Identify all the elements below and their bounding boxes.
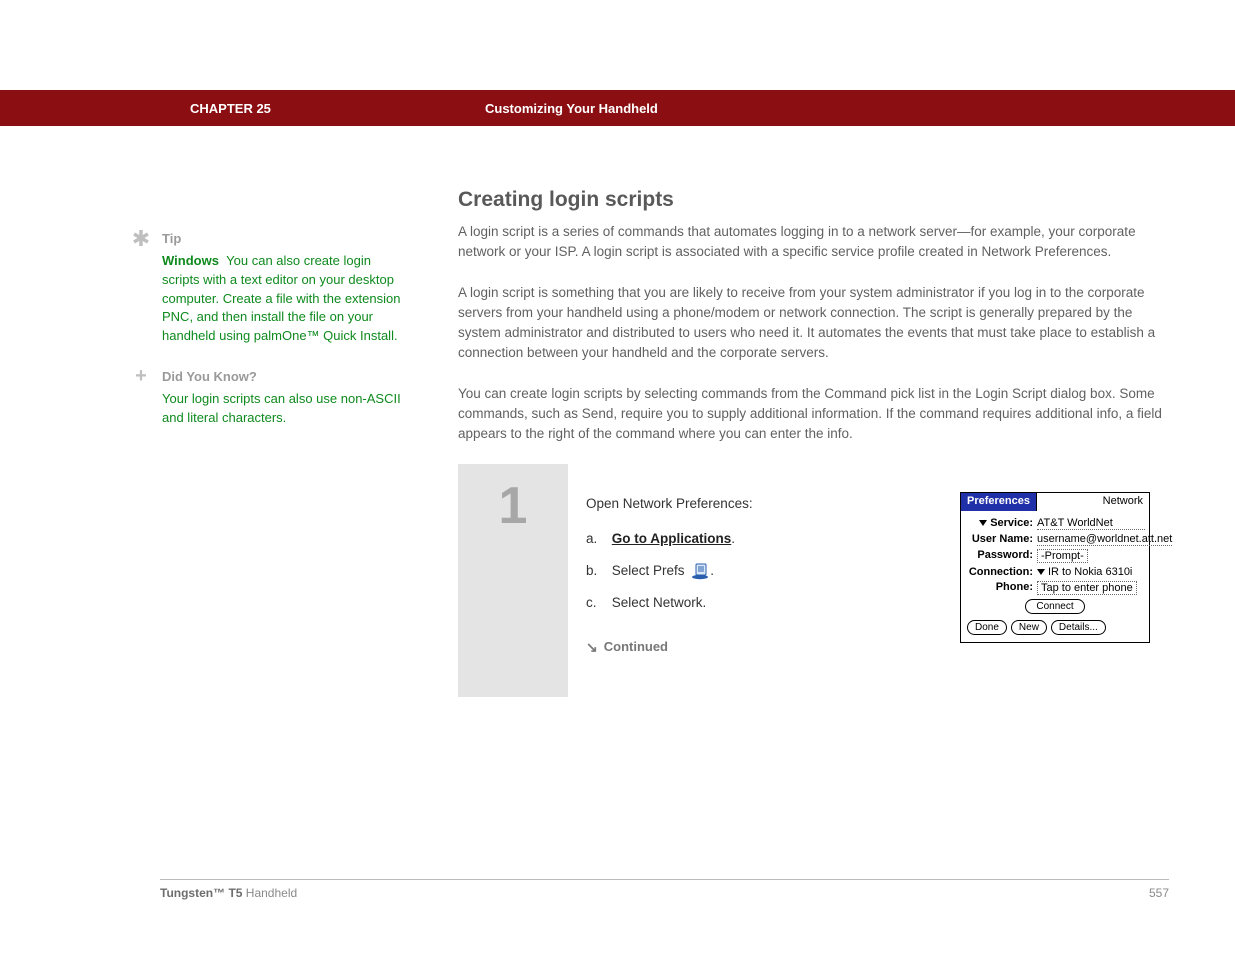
step-c: c. Select Network. [586,591,940,615]
new-button[interactable]: New [1011,620,1047,635]
tip-block: ✱ Tip Windows You can also create login … [130,230,410,346]
list-letter-b: b. [586,559,608,583]
prefs-app-icon [690,562,710,580]
product-name: Tungsten™ T5 Handheld [160,886,297,900]
service-label: Service: [990,517,1033,529]
step-number-gutter: 1 [458,464,568,696]
section-heading: Creating login scripts [458,188,1168,212]
dyk-heading: Did You Know? [162,368,410,387]
continued-indicator: ↘ Continued [586,635,940,660]
connection-label: Connection: [965,566,1037,578]
step-c-text: Select Network. [612,595,707,610]
did-you-know-block: + Did You Know? Your login scripts can a… [130,368,410,428]
sidebar: ✱ Tip Windows You can also create login … [130,230,410,450]
palm-title-left: Preferences [961,493,1036,511]
connect-button[interactable]: Connect [1025,599,1084,614]
page-number: 557 [1149,886,1169,900]
asterisk-icon: ✱ [130,228,152,346]
plus-icon: + [130,366,152,428]
username-label: User Name: [965,533,1037,545]
tip-lead: Windows [162,253,219,268]
step-intro: Open Network Preferences: [586,492,940,516]
tip-heading: Tip [162,230,410,249]
step-body: Open Network Preferences: a. Go to Appli… [568,464,1168,696]
done-button[interactable]: Done [967,620,1007,635]
step-b: b. Select Prefs . [586,559,940,583]
palm-titlebar: Preferences Network [961,493,1149,511]
chapter-header: CHAPTER 25 Customizing Your Handheld [0,90,1235,126]
username-value[interactable]: username@worldnet.att.net [1037,533,1172,546]
step-a-after: . [731,531,735,546]
step-card: 1 Open Network Preferences: a. Go to App… [458,464,1168,696]
main-content: Creating login scripts A login script is… [458,188,1168,697]
phone-value[interactable]: Tap to enter phone [1037,581,1137,595]
step-b-after: . [710,563,714,578]
palm-screenshot: Preferences Network Service: AT&T WorldN… [960,492,1150,643]
paragraph-3: You can create login scripts by selectin… [458,384,1168,445]
continued-label: Continued [604,639,668,654]
continued-arrow-icon: ↘ [586,635,598,660]
go-to-applications-link[interactable]: Go to Applications [612,531,732,546]
list-letter-c: c. [586,591,608,615]
palm-body: Service: AT&T WorldNet User Name: userna… [961,511,1149,642]
page-footer: Tungsten™ T5 Handheld 557 [160,879,1169,900]
paragraph-1: A login script is a series of commands t… [458,222,1168,263]
service-value[interactable]: AT&T WorldNet [1037,517,1145,530]
palm-title-right: Network [1036,493,1149,511]
dropdown-icon [1037,569,1045,575]
paragraph-2: A login script is something that you are… [458,283,1168,364]
step-number: 1 [458,480,568,532]
dropdown-icon [979,520,987,526]
list-letter-a: a. [586,527,608,551]
password-value[interactable]: -Prompt- [1037,549,1088,563]
connection-value[interactable]: IR to Nokia 6310i [1048,566,1132,578]
chapter-title: Customizing Your Handheld [485,101,658,116]
phone-label: Phone: [965,581,1037,593]
dyk-body: Your login scripts can also use non-ASCI… [162,390,410,428]
step-text: Open Network Preferences: a. Go to Appli… [586,492,940,660]
chapter-label: CHAPTER 25 [190,101,271,116]
details-button[interactable]: Details... [1051,620,1106,635]
tip-body: Windows You can also create login script… [162,252,410,346]
password-label: Password: [965,549,1037,561]
step-a: a. Go to Applications. [586,527,940,551]
step-b-before: Select Prefs [612,563,689,578]
